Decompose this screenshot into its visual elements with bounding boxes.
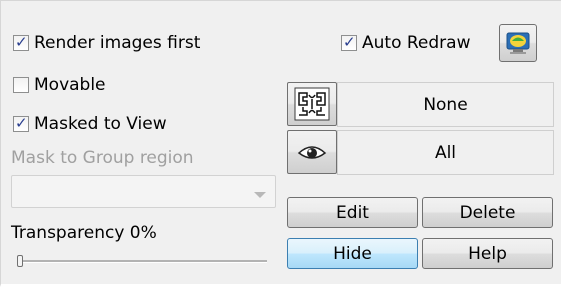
help-label: Help: [468, 243, 507, 264]
delete-button[interactable]: Delete: [422, 197, 553, 228]
mask-group-dropdown[interactable]: [11, 175, 276, 208]
pattern-button[interactable]: [287, 82, 337, 126]
edit-button[interactable]: Edit: [287, 197, 418, 228]
auto-redraw-label[interactable]: Auto Redraw: [362, 33, 470, 53]
redraw-button[interactable]: [499, 24, 537, 62]
render-images-first-label[interactable]: Render images first: [34, 33, 200, 53]
transparency-track[interactable]: [17, 260, 267, 263]
edit-label: Edit: [336, 202, 369, 223]
visibility-field[interactable]: All: [337, 130, 554, 175]
delete-label: Delete: [459, 202, 516, 223]
pattern-field[interactable]: None: [337, 82, 554, 127]
hide-label: Hide: [333, 243, 372, 264]
transparency-label: Transparency 0%: [11, 223, 157, 243]
visibility-button[interactable]: [287, 130, 337, 174]
pattern-value: None: [423, 94, 468, 115]
help-button[interactable]: Help: [422, 238, 553, 269]
masked-to-view-checkbox[interactable]: [13, 114, 29, 132]
movable-label[interactable]: Movable: [34, 75, 106, 95]
render-images-first-checkbox[interactable]: [13, 33, 29, 51]
eye-icon: [297, 146, 327, 159]
transparency-slider-thumb[interactable]: [17, 255, 23, 267]
chevron-down-icon: [254, 192, 266, 198]
mask-to-group-label: Mask to Group region: [11, 148, 194, 168]
movable-checkbox[interactable]: [13, 77, 29, 93]
visibility-value: All: [434, 142, 457, 163]
hide-button[interactable]: Hide: [287, 238, 418, 269]
auto-redraw-checkbox[interactable]: [341, 33, 357, 51]
masked-to-view-label[interactable]: Masked to View: [34, 114, 167, 134]
pattern-icon: [294, 87, 330, 121]
redraw-icon: [506, 32, 530, 54]
